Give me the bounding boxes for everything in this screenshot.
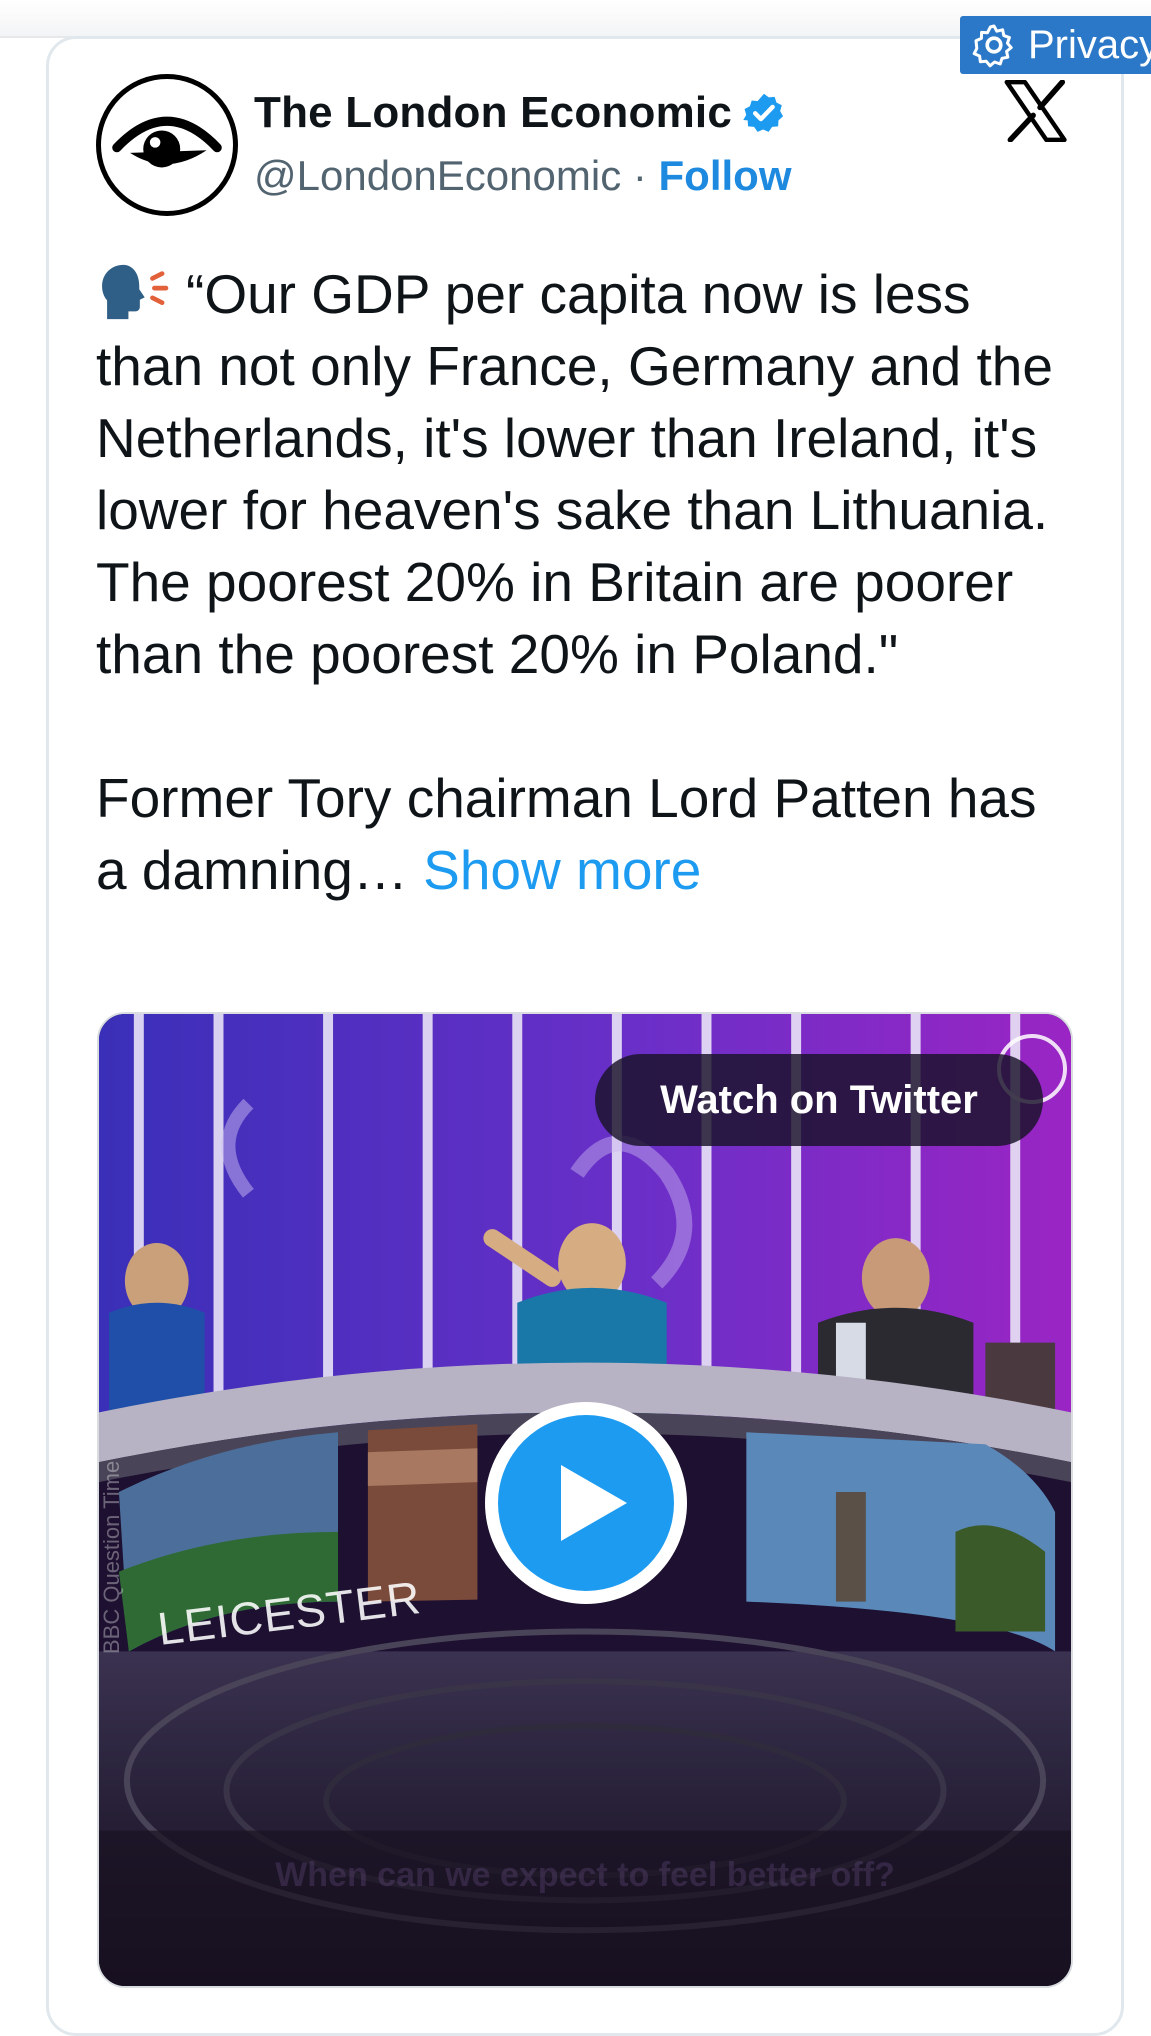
speaking-head-icon <box>102 264 169 320</box>
show-more-link[interactable]: Show more <box>423 839 701 901</box>
broadcaster-watermark: BBC Question Time <box>99 1460 124 1654</box>
play-button-disc <box>498 1415 674 1591</box>
privacy-button[interactable]: Privacy <box>960 16 1151 74</box>
video-caption: When can we expect to feel better off? <box>275 1856 895 1894</box>
play-button[interactable] <box>485 1402 687 1604</box>
separator-dot: · <box>621 152 659 199</box>
author-name[interactable]: The London Economic <box>254 88 786 138</box>
tweet-paragraph-1-text: “Our GDP per capita now is less than not… <box>96 263 1053 685</box>
verified-badge-icon <box>743 93 784 132</box>
author-handle-line: @LondonEconomic · Follow <box>254 152 792 200</box>
avatar[interactable] <box>96 74 238 216</box>
watch-on-twitter-button[interactable]: Watch on Twitter <box>595 1054 1043 1146</box>
privacy-label: Privacy <box>1028 22 1151 67</box>
tweet-text: “Our GDP per capita now is less than not… <box>96 258 1056 906</box>
x-logo-icon[interactable] <box>1004 80 1070 142</box>
gear-icon <box>972 24 1013 68</box>
follow-link[interactable]: Follow <box>659 152 792 199</box>
tweet-paragraph-2: Former Tory chairman Lord Patten has a d… <box>96 762 1056 906</box>
author-name-text: The London Economic <box>254 88 733 137</box>
tweet-paragraph-1: “Our GDP per capita now is less than not… <box>96 258 1056 690</box>
play-icon <box>561 1465 627 1541</box>
eye-logo <box>112 116 222 168</box>
author-handle[interactable]: @LondonEconomic <box>254 152 621 199</box>
video-player[interactable]: LEICESTER BBC Question Time When can we … <box>97 1012 1073 1988</box>
watch-on-twitter-label: Watch on Twitter <box>660 1077 978 1122</box>
